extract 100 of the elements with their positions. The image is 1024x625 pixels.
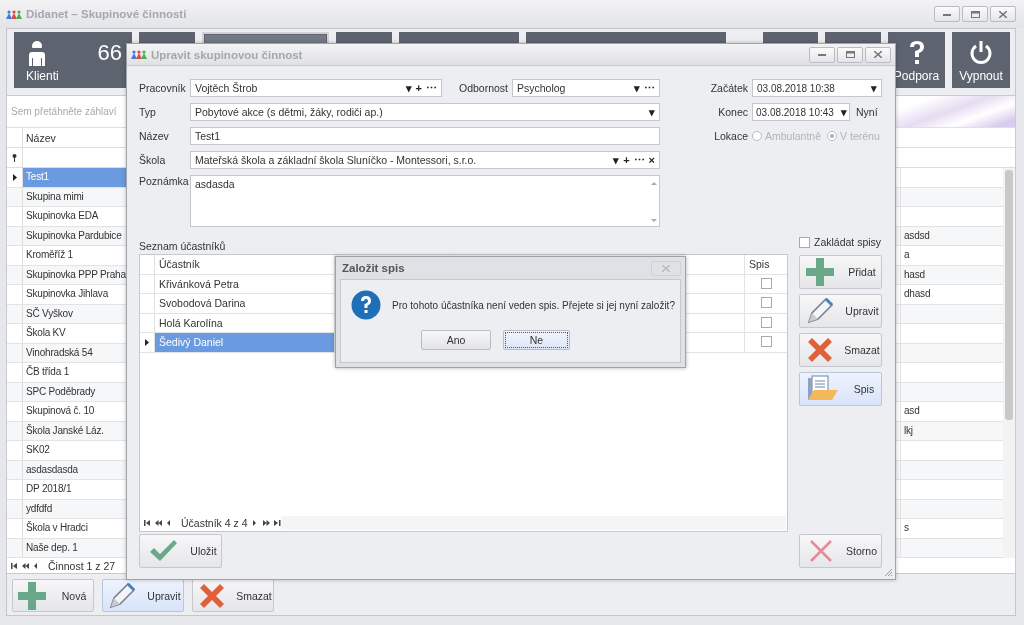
minimize-button[interactable] (809, 46, 835, 63)
row-pointer-icon (12, 173, 17, 181)
editor-button[interactable]: ⋯ (644, 82, 655, 94)
maximize-icon (970, 10, 980, 18)
column-header[interactable]: Spis (745, 255, 787, 274)
field-label: Konec (717, 106, 748, 118)
field-label: Typ (139, 106, 157, 118)
window-title: Didanet – Skupinové činnosti (26, 8, 187, 20)
close-icon (874, 51, 882, 58)
first-page-icon (11, 562, 18, 569)
date-field[interactable]: 03.08.2018 10:43 ▾ (752, 103, 850, 121)
resize-grip-icon (884, 568, 893, 577)
editor-button[interactable]: + (623, 154, 630, 166)
checkbox-label[interactable]: Zakládat spisy (814, 236, 882, 248)
people-logo-icon (6, 9, 22, 19)
editor-button[interactable]: ⋯ (633, 154, 645, 166)
pencil-icon (107, 580, 137, 611)
first-page-icon (144, 520, 151, 526)
checkbox[interactable] (799, 236, 810, 248)
field-label: Poznámka (139, 175, 190, 187)
check-icon (148, 538, 178, 564)
editor-button[interactable]: ⋯ (426, 82, 437, 94)
cross-icon (808, 538, 834, 564)
now-button[interactable]: Nyní (856, 106, 878, 118)
combo-box[interactable]: Psycholog ▾ ⋯ (512, 79, 660, 97)
toolbar-button[interactable]: Upravit (102, 579, 184, 612)
save-button[interactable]: Uložit (139, 534, 222, 568)
navigator-button[interactable] (22, 562, 29, 569)
combo-box[interactable]: Pobytové akce (s dětmi, žáky, rodiči ap.) ▾ (190, 103, 660, 121)
date-field[interactable]: 03.08.2018 10:38 ▾ (752, 79, 882, 97)
minimize-button[interactable] (934, 6, 960, 22)
input-field[interactable]: Test1 (190, 127, 660, 145)
combo-box[interactable]: Mateřská škola a základní škola Sluníčko - Montessori, s.r.o. ▾ + ⋯ × (190, 151, 660, 169)
section-label: Seznam účastníků (139, 240, 227, 254)
checkbox[interactable] (760, 297, 772, 308)
combo-box[interactable]: Vojtěch Štrob ▾ + ⋯ (190, 79, 442, 97)
toolbar-tile[interactable]: Vypnout (952, 32, 1010, 88)
editor-button[interactable]: ▾ (841, 106, 847, 118)
people-logo-icon (131, 50, 147, 59)
plus-icon (17, 580, 47, 611)
count-label: 66 (97, 40, 122, 66)
power-icon (969, 40, 993, 66)
horizontal-scrollbar[interactable] (280, 516, 786, 530)
navigator-button[interactable] (273, 520, 281, 526)
dialog-title: Upravit skupinovou činnost (151, 48, 303, 61)
record-counter: Účastník 4 z 4 (181, 517, 248, 529)
row-pointer-icon (145, 338, 149, 346)
navigator-button[interactable] (11, 562, 18, 569)
vertical-scrollbar[interactable] (1003, 168, 1015, 558)
maximize-button[interactable] (837, 46, 863, 63)
editor-button[interactable]: ▾ (649, 106, 655, 118)
action-button[interactable]: Upravit (799, 294, 882, 328)
group-panel-hint: Sem přetáhněte záhlaví (11, 106, 117, 117)
field-label: Lokace (713, 130, 748, 142)
minimize-icon (818, 53, 826, 56)
cancel-button[interactable]: Storno (799, 534, 882, 568)
close-button[interactable] (865, 46, 891, 63)
maximize-icon (845, 51, 855, 58)
action-button[interactable]: Smazat (799, 333, 882, 367)
editor-button[interactable]: ▾ (871, 82, 877, 94)
pencil-icon (805, 296, 835, 326)
editor-button[interactable]: ▾ (613, 154, 620, 166)
minimize-icon (943, 12, 951, 16)
checkbox[interactable] (760, 336, 772, 347)
navigator-button[interactable] (33, 562, 40, 569)
maximize-button[interactable] (962, 6, 988, 22)
toolbar-button[interactable]: Smazat (192, 579, 274, 612)
column-header[interactable]: Název (23, 128, 59, 147)
last-page-icon (273, 520, 281, 526)
editor-button[interactable]: + (415, 82, 422, 94)
field-label: Pracovník (139, 82, 187, 94)
record-counter: Činnost 1 z 27 (48, 559, 116, 572)
field-label: Název (139, 130, 170, 142)
text-area[interactable]: asdasda (190, 175, 660, 227)
checkbox[interactable] (760, 277, 772, 289)
close-button[interactable] (990, 6, 1016, 22)
close-icon (662, 264, 670, 272)
field-label: Odbornost (459, 82, 510, 94)
toolbar-tile[interactable]: Klienti 66 (14, 32, 132, 88)
editor-button[interactable]: ▾ (634, 82, 640, 94)
action-button[interactable]: Spis (799, 372, 882, 406)
close-icon (999, 10, 1007, 18)
checkbox[interactable] (760, 316, 772, 328)
navigator-button[interactable] (144, 520, 151, 526)
editor-button[interactable]: ▾ (405, 82, 412, 94)
previous-page-icon (22, 562, 29, 569)
field-label: Škola (139, 154, 167, 166)
message-box-title: Založit spis (342, 262, 405, 274)
message-text: Pro tohoto účastníka není veden spis. Přejete si jej nyní založit? (392, 299, 675, 311)
plus-icon (805, 257, 835, 287)
action-button[interactable]: Přidat (799, 255, 882, 289)
field-label: Začátek (709, 82, 748, 94)
dialog-button[interactable]: Ano (421, 330, 491, 350)
question-mark-icon (907, 40, 926, 66)
pin-icon (12, 153, 17, 162)
dialog-button[interactable]: Ne (503, 330, 570, 350)
person-icon (26, 40, 48, 66)
toolbar-button[interactable]: Nová (12, 579, 94, 612)
editor-button[interactable]: × (648, 154, 655, 166)
question-icon (351, 290, 381, 320)
